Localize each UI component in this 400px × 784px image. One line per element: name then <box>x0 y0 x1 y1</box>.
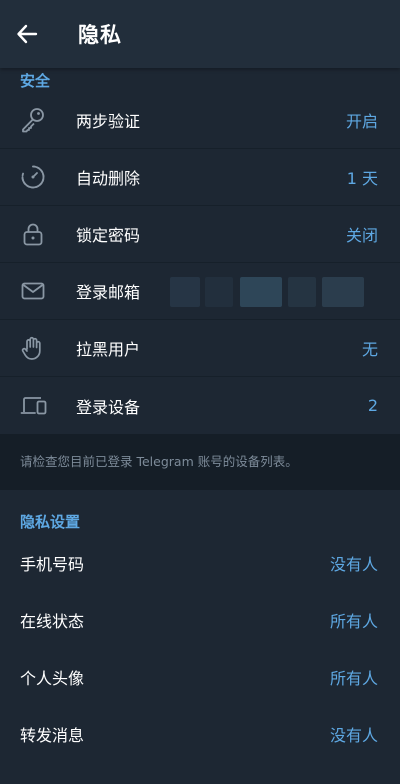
key-icon <box>0 92 76 149</box>
arrow-left-icon <box>17 24 38 44</box>
row-value: 1 天 <box>346 169 378 188</box>
row-value: 没有人 <box>329 725 378 745</box>
privacy-section-title: 隐私设置 <box>20 513 81 531</box>
hand-icon <box>0 320 76 377</box>
row-label: 手机号码 <box>20 554 85 574</box>
row-value: 无 <box>361 340 378 359</box>
redacted-email <box>288 277 316 307</box>
row-value: 所有人 <box>329 668 378 688</box>
page-title: 隐私 <box>78 23 122 47</box>
redacted-email <box>322 277 364 307</box>
forwarded-messages-row[interactable]: 转发消息 没有人 <box>0 705 400 762</box>
redacted-email <box>205 277 233 307</box>
two-step-verification-row[interactable]: 两步验证 开启 <box>0 92 400 149</box>
row-value: 关闭 <box>345 226 378 245</box>
back-button[interactable] <box>0 0 54 68</box>
row-value: 2 <box>367 396 378 415</box>
app-header: 隐私 <box>0 0 400 68</box>
auto-delete-row[interactable]: 自动删除 1 天 <box>0 149 400 206</box>
phone-number-row[interactable]: 手机号码 没有人 <box>0 534 400 591</box>
login-email-row[interactable]: 登录邮箱 <box>0 263 400 320</box>
row-label: 在线状态 <box>20 611 85 631</box>
lock-icon <box>0 206 76 263</box>
blocked-users-row[interactable]: 拉黑用户 无 <box>0 320 400 377</box>
row-label: 个人头像 <box>20 668 85 688</box>
row-value: 所有人 <box>329 611 378 631</box>
row-label: 两步验证 <box>76 112 141 131</box>
timer-icon <box>0 149 76 206</box>
row-label: 登录设备 <box>76 397 141 417</box>
profile-photo-row[interactable]: 个人头像 所有人 <box>0 648 400 705</box>
row-label: 转发消息 <box>20 725 85 745</box>
row-value: 没有人 <box>329 554 378 574</box>
online-status-row[interactable]: 在线状态 所有人 <box>0 591 400 648</box>
security-section-title: 安全 <box>20 72 51 90</box>
row-value: 开启 <box>345 112 378 131</box>
row-label: 自动删除 <box>76 169 141 188</box>
devices-info-note: 请检查您目前已登录 Telegram 账号的设备列表。 <box>0 434 400 490</box>
passcode-lock-row[interactable]: 锁定密码 关闭 <box>0 206 400 263</box>
mail-icon <box>0 263 76 320</box>
redacted-email <box>170 277 200 307</box>
redacted-email <box>240 277 282 307</box>
devices-icon <box>0 377 76 434</box>
devices-row[interactable]: 登录设备 2 <box>0 377 400 434</box>
row-label: 拉黑用户 <box>76 340 141 359</box>
row-label: 锁定密码 <box>76 226 141 245</box>
